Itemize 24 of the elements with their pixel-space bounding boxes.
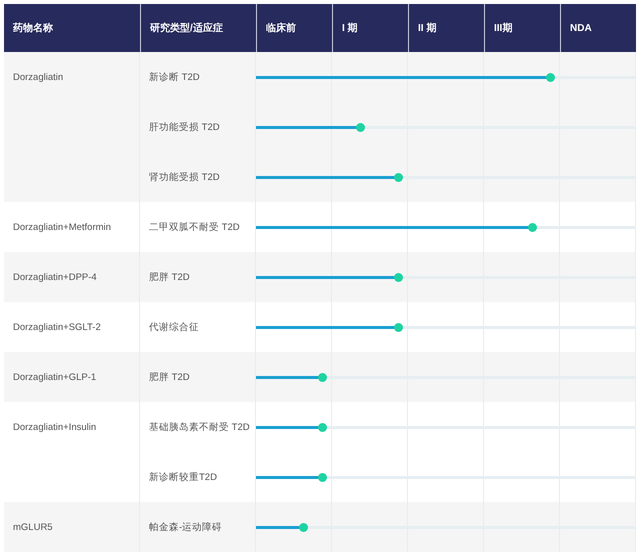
column-header: NDA bbox=[560, 4, 636, 52]
drug-name: Dorzagliatin bbox=[13, 72, 64, 82]
column-header: III期 bbox=[484, 4, 560, 52]
indication: 肥胖 T2D bbox=[148, 370, 190, 384]
indication: 肾功能受损 T2D bbox=[148, 170, 220, 184]
indication: 基础胰岛素不耐受 T2D bbox=[148, 420, 250, 434]
drug-name: mGLUR5 bbox=[13, 522, 53, 532]
column-header: I 期 bbox=[332, 4, 408, 52]
drug-name: Dorzagliatin+SGLT-2 bbox=[13, 322, 101, 332]
indication: 新诊断较重T2D bbox=[148, 470, 217, 484]
column-header: 药物名称 bbox=[4, 4, 140, 52]
indication: 代谢综合征 bbox=[148, 320, 199, 334]
column-header: 研究类型/适应症 bbox=[140, 4, 256, 52]
indication: 帕金森-运动障碍 bbox=[148, 520, 222, 534]
column-header: II 期 bbox=[408, 4, 484, 52]
drug-name: Dorzagliatin+Metformin bbox=[13, 222, 111, 232]
indication: 新诊断 T2D bbox=[148, 70, 200, 84]
column-header: 临床前 bbox=[256, 4, 332, 52]
indication: 肝功能受损 T2D bbox=[148, 120, 220, 134]
indication: 二甲双胍不耐受 T2D bbox=[148, 220, 240, 234]
drug-name: Dorzagliatin+GLP-1 bbox=[13, 372, 96, 382]
drug-name: Dorzagliatin+Insulin bbox=[13, 422, 96, 432]
drug-name: Dorzagliatin+DPP-4 bbox=[13, 272, 97, 282]
indication: 肥胖 T2D bbox=[148, 270, 190, 284]
